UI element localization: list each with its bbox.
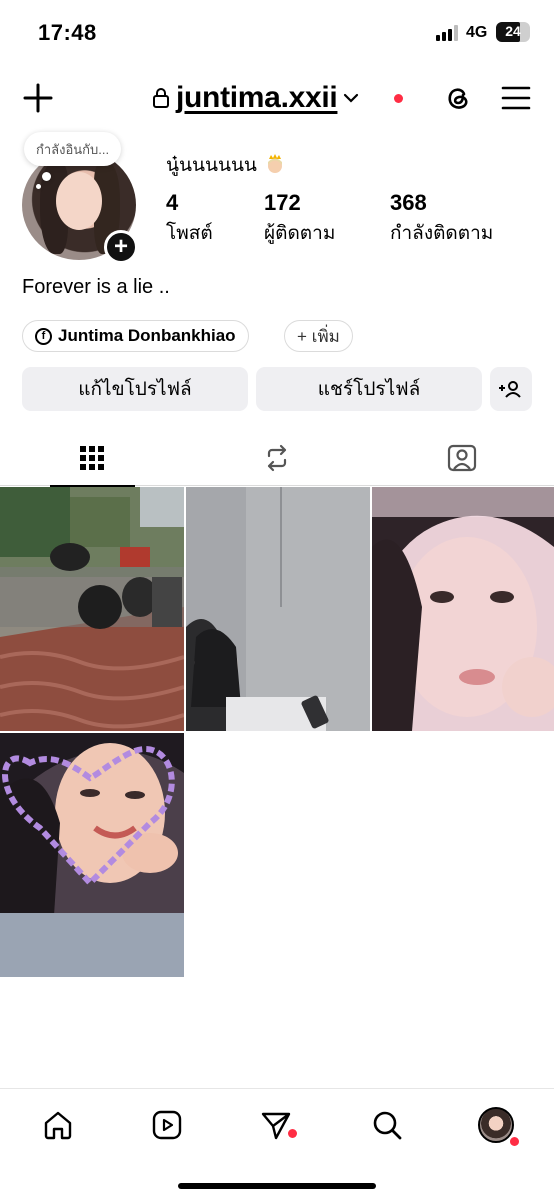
username: juntima.xxii <box>176 81 338 114</box>
grid-icon <box>80 446 104 470</box>
note-text: กำลังอินกับ... <box>36 141 110 157</box>
notification-dot <box>394 94 403 103</box>
note-bubble[interactable]: กำลังอินกับ... <box>24 132 122 166</box>
create-plus-icon[interactable] <box>22 82 54 114</box>
reels-icon <box>152 1110 182 1140</box>
home-icon <box>44 1111 72 1140</box>
stat-following-count: 368 <box>390 190 427 215</box>
add-link-label: + เพิ่ม <box>297 326 340 346</box>
battery-icon: 24 <box>496 22 530 42</box>
account-switcher[interactable]: juntima.xxii <box>152 80 359 116</box>
profile-badge-dot <box>510 1137 519 1146</box>
edit-profile-button[interactable]: แก้ไขโปรไฟล์ <box>22 367 248 411</box>
stat-posts[interactable]: 4 โพสต์ <box>166 190 213 248</box>
chevron-down-icon <box>344 93 359 103</box>
post-thumbnail-2[interactable] <box>186 487 370 731</box>
stat-posts-label: โพสต์ <box>166 223 213 244</box>
add-story-button[interactable]: + <box>104 230 138 264</box>
stat-following-label: กำลังติดตาม <box>390 223 494 244</box>
post-thumbnail-1[interactable] <box>0 487 184 731</box>
princess-emoji-icon <box>264 153 286 175</box>
edit-profile-label: แก้ไขโปรไฟล์ <box>78 379 192 400</box>
add-link-chip[interactable]: + เพิ่ม <box>284 320 353 352</box>
tab-tagged[interactable] <box>370 430 554 486</box>
facebook-link-label: Juntima Donbankhiao <box>58 326 236 345</box>
profile-icon <box>478 1107 514 1143</box>
reposts-icon <box>267 444 287 472</box>
share-profile-label: แชร์โปรไฟล์ <box>317 379 421 400</box>
nav-profile[interactable] <box>474 1103 519 1147</box>
nav-search[interactable] <box>365 1103 409 1147</box>
nav-home[interactable] <box>36 1103 80 1147</box>
add-person-icon <box>499 381 521 398</box>
direct-badge-dot <box>288 1129 297 1138</box>
signal-icon <box>436 25 462 41</box>
stat-following[interactable]: 368 กำลังติดตาม <box>390 190 493 248</box>
post-thumbnail-3[interactable] <box>372 487 554 731</box>
display-name: นู๋นนนนนน <box>166 150 286 180</box>
lock-icon <box>153 88 169 108</box>
search-icon <box>373 1111 402 1140</box>
tab-posts-grid[interactable] <box>0 430 184 487</box>
note-tail <box>42 172 51 181</box>
battery-level: 24 <box>505 23 521 39</box>
note-tail-small <box>36 184 41 189</box>
tab-reposts[interactable] <box>185 430 369 486</box>
bio: Forever is a lie .. <box>22 276 170 298</box>
network-label: 4G <box>466 24 488 41</box>
nav-direct[interactable] <box>254 1103 298 1147</box>
stat-followers-count: 172 <box>264 190 301 215</box>
status-time: 17:48 <box>38 20 97 45</box>
send-icon <box>261 1112 291 1140</box>
home-indicator <box>178 1183 376 1189</box>
facebook-link-chip[interactable]: f Juntima Donbankhiao <box>22 320 249 352</box>
status-bar: 17:48 4G 24 <box>0 0 554 62</box>
stat-posts-count: 4 <box>166 190 179 215</box>
stat-followers[interactable]: 172 ผู้ติดตาม <box>264 190 335 248</box>
threads-icon[interactable] <box>440 80 476 116</box>
profile-tabs <box>0 430 554 487</box>
profile-header: juntima.xxii <box>0 70 554 126</box>
nav-reels[interactable] <box>145 1103 189 1147</box>
discover-people-button[interactable] <box>490 367 532 411</box>
facebook-icon: f <box>35 327 52 345</box>
stat-followers-label: ผู้ติดตาม <box>264 223 336 244</box>
display-name-text: นู๋นนนนนน <box>166 155 257 176</box>
tagged-icon <box>447 444 477 472</box>
post-thumbnail-4[interactable] <box>0 733 184 977</box>
share-profile-button[interactable]: แชร์โปรไฟล์ <box>256 367 482 411</box>
menu-hamburger-icon[interactable] <box>500 82 532 114</box>
